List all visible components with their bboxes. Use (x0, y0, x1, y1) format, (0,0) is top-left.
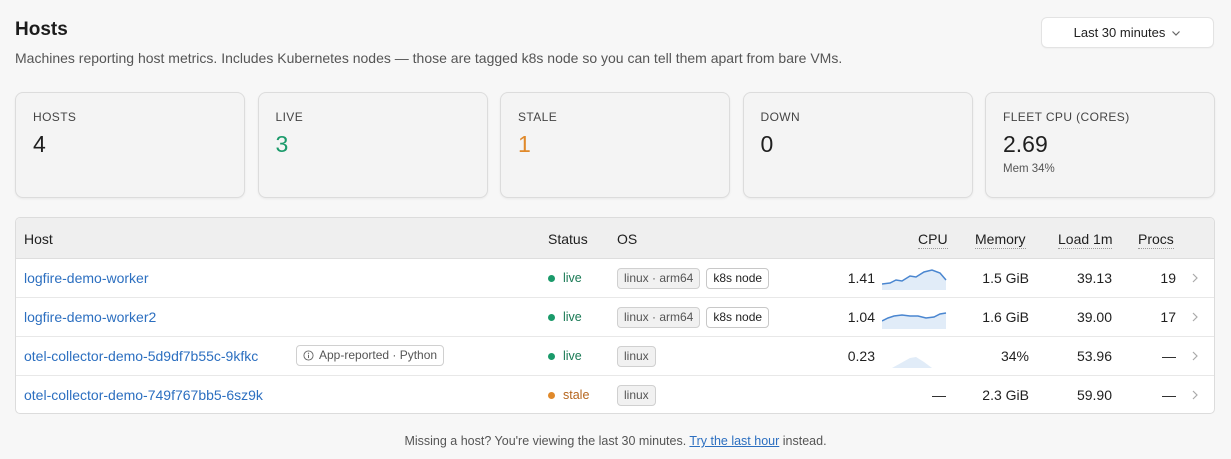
k8s-node-tag: k8s node (706, 307, 770, 328)
host-link[interactable]: logfire-demo-worker (24, 270, 148, 286)
load-value: 59.90 (1076, 387, 1112, 403)
status-text: stale (563, 388, 590, 402)
footer-text-after: instead. (782, 434, 827, 448)
table-row[interactable]: logfire-demo-worker2 live linux · arm64 … (16, 298, 1214, 337)
chevron-right-icon (1192, 273, 1198, 283)
host-link[interactable]: logfire-demo-worker2 (24, 309, 156, 325)
column-header-status[interactable]: Status (548, 231, 588, 247)
chevron-right-icon (1192, 390, 1198, 400)
stat-value: 1 (518, 131, 531, 157)
status-text: live (563, 271, 582, 285)
stat-card-stale: STALE 1 (500, 92, 730, 198)
status-dot (548, 391, 555, 399)
try-last-hour-link[interactable]: Try the last hour (689, 434, 779, 448)
stats-row: HOSTS 4 LIVE 3 STALE 1 DOWN 0 FLEET CPU … (15, 92, 1215, 198)
time-range-label: Last 30 minutes (1073, 25, 1166, 40)
cpu-sparkline (882, 312, 947, 329)
table-row[interactable]: otel-collector-demo-5d9df7b55c-9kfkc App… (16, 337, 1214, 376)
host-link[interactable]: otel-collector-demo-5d9df7b55c-9kfkc (24, 348, 258, 364)
hosts-table: Host Status OS CPU Memory Load 1m Procs … (15, 217, 1215, 414)
status-indicator: live (548, 271, 582, 285)
os-tag: linux · arm64 (617, 268, 701, 289)
status-text: live (563, 310, 582, 324)
load-value: 53.96 (1076, 348, 1112, 364)
memory-value: 2.3 GiB (982, 387, 1029, 403)
stat-label: STALE (518, 110, 558, 124)
stat-label: LIVE (275, 110, 304, 124)
os-tags: linux · arm64 k8s node (617, 268, 770, 289)
cpu-value: — (932, 387, 946, 403)
os-tags: linux (617, 346, 656, 367)
os-tag: linux · arm64 (617, 307, 701, 328)
stat-label: FLEET CPU (CORES) (1003, 110, 1130, 124)
cpu-sparkline (892, 357, 932, 368)
memory-value: 34% (1000, 348, 1029, 364)
status-indicator: live (548, 310, 582, 324)
stat-card-fleet-cpu: FLEET CPU (CORES) 2.69 Mem 34% (985, 92, 1215, 198)
info-icon (303, 350, 314, 361)
k8s-node-tag: k8s node (706, 268, 770, 289)
chevron-right-icon (1192, 351, 1198, 361)
cpu-value: 1.04 (847, 309, 875, 325)
cpu-value: 0.23 (847, 348, 875, 364)
os-tag: linux (617, 346, 656, 367)
status-dot (548, 274, 555, 282)
cpu-sparkline (882, 269, 947, 290)
time-range-dropdown[interactable]: Last 30 minutes (1041, 17, 1214, 48)
column-header-memory[interactable]: Memory (975, 231, 1026, 249)
table-row[interactable]: logfire-demo-worker live linux · arm64 k… (16, 259, 1214, 298)
stat-label: DOWN (760, 110, 801, 124)
chevron-right-icon (1192, 312, 1198, 322)
page-subtitle: Machines reporting host metrics. Include… (15, 50, 843, 66)
page-title: Hosts (15, 19, 68, 40)
memory-value: 1.5 GiB (982, 270, 1029, 286)
stat-card-hosts: HOSTS 4 (15, 92, 245, 198)
stat-value: 3 (275, 131, 289, 157)
column-header-procs[interactable]: Procs (1138, 231, 1174, 249)
stat-sub: Mem 34% (1003, 163, 1055, 175)
table-row[interactable]: otel-collector-demo-749f767bb5-6sz9k sta… (16, 376, 1214, 413)
stat-value: 4 (33, 131, 46, 157)
stat-label: HOSTS (33, 110, 77, 124)
cpu-value: 1.41 (847, 270, 875, 286)
table-header: Host Status OS CPU Memory Load 1m Procs (16, 218, 1214, 259)
footer-note: Missing a host? You're viewing the last … (0, 434, 1231, 448)
status-indicator: stale (548, 388, 589, 402)
load-value: 39.00 (1076, 309, 1112, 325)
column-header-cpu[interactable]: CPU (918, 231, 948, 249)
app-reported-label: App-reported · Python (319, 348, 438, 362)
procs-value: 17 (1160, 309, 1176, 325)
host-link[interactable]: otel-collector-demo-749f767bb5-6sz9k (24, 387, 263, 403)
stat-card-down: DOWN 0 (742, 92, 973, 198)
os-tags: linux · arm64 k8s node (617, 307, 770, 328)
status-indicator: live (548, 349, 582, 363)
status-text: live (563, 349, 582, 363)
os-tag: linux (617, 385, 656, 406)
procs-value: — (1162, 348, 1176, 364)
os-tags: linux (617, 385, 656, 406)
chevron-down-icon (1172, 30, 1181, 36)
stat-card-live: LIVE 3 (257, 92, 488, 198)
stat-value: 2.69 (1003, 131, 1048, 157)
column-header-os[interactable]: OS (617, 231, 637, 247)
column-header-load[interactable]: Load 1m (1058, 231, 1113, 249)
procs-value: — (1162, 387, 1176, 403)
app-reported-badge: App-reported · Python (296, 345, 445, 366)
footer-text: Missing a host? You're viewing the last … (404, 434, 687, 448)
memory-value: 1.6 GiB (982, 309, 1029, 325)
procs-value: 19 (1160, 270, 1176, 286)
column-header-host[interactable]: Host (24, 231, 53, 247)
status-dot (548, 313, 555, 321)
load-value: 39.13 (1076, 270, 1112, 286)
status-dot (548, 352, 555, 360)
stat-value: 0 (760, 131, 774, 157)
